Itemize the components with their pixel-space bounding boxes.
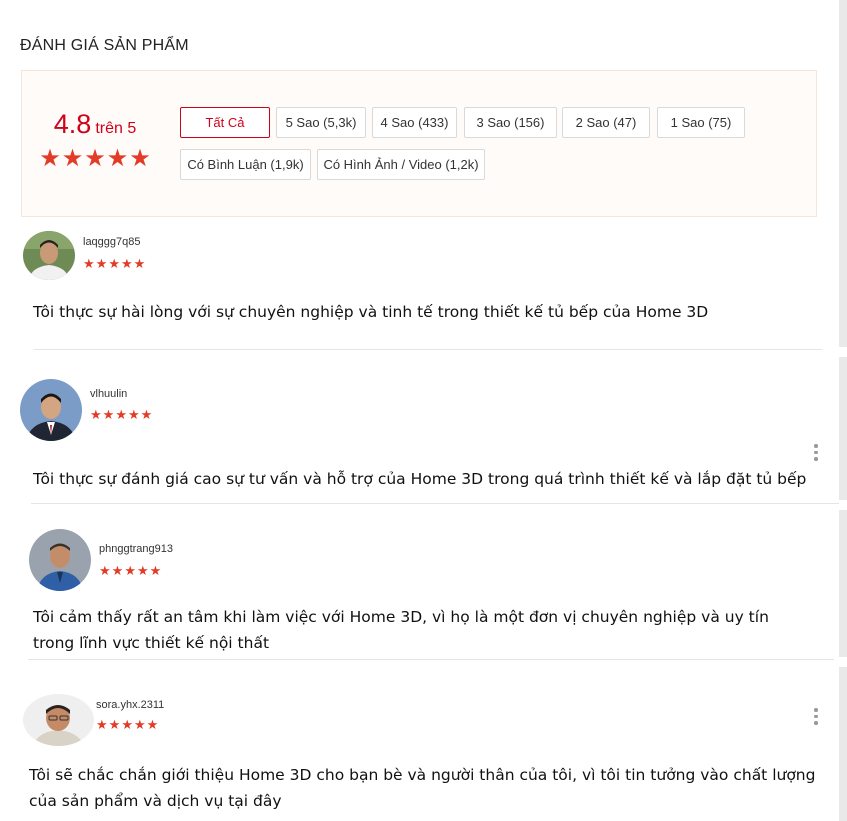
filter-4-star-button[interactable]: 4 Sao (433) — [372, 107, 457, 138]
review-divider — [31, 503, 839, 504]
avatar[interactable] — [29, 529, 91, 591]
reviewer-username: sora.yhx.2311 — [96, 699, 165, 711]
review-comment: Tôi cảm thấy rất an tâm khi làm việc với… — [33, 608, 769, 652]
filter-1-star-button[interactable]: 1 Sao (75) — [657, 107, 745, 138]
review-comment: Tôi sẽ chắc chắn giới thiệu Home 3D cho … — [29, 766, 816, 810]
star-icon: ★ — [84, 145, 106, 172]
rating-score-line: 4.8 trên 5 — [50, 109, 140, 140]
star-icon: ★ — [96, 717, 108, 732]
star-icon: ★ — [106, 145, 129, 172]
star-icon: ★ — [111, 563, 124, 578]
reviewer-username: laqggg7q85 — [83, 236, 141, 248]
star-icon: ★ — [133, 717, 146, 732]
page-scrollbar[interactable] — [839, 0, 847, 821]
star-icon: ★ — [121, 717, 133, 732]
star-icon: ★ — [108, 256, 120, 271]
filter-with-media-button[interactable]: Có Hình Ảnh / Video (1,2k) — [317, 149, 485, 180]
star-icon: ★ — [115, 407, 127, 422]
filter-3-star-button[interactable]: 3 Sao (156) — [464, 107, 557, 138]
scrollbar-gap — [839, 657, 847, 667]
review-comment: Tôi thực sự đánh giá cao sự tư vấn và hỗ… — [33, 470, 807, 488]
more-vertical-icon[interactable] — [813, 708, 819, 725]
review-stars: ★ ★ ★ ★ ★ — [96, 718, 158, 731]
filter-5-star-button[interactable]: 5 Sao (5,3k) — [276, 107, 366, 138]
star-icon: ★ — [149, 563, 162, 578]
star-icon: ★ — [95, 256, 108, 271]
star-icon: ★ — [146, 717, 159, 732]
scrollbar-gap — [839, 347, 847, 357]
star-icon: ★ — [99, 563, 111, 578]
star-icon: ★ — [108, 717, 121, 732]
avatar[interactable] — [23, 694, 94, 746]
star-icon: ★ — [61, 145, 84, 172]
star-icon: ★ — [120, 256, 133, 271]
review-comment: Tôi thực sự hài lòng với sự chuyên nghiệ… — [33, 303, 709, 321]
filter-all-button[interactable]: Tất Cả — [180, 107, 270, 138]
reviewer-username: phnggtrang913 — [99, 543, 174, 555]
star-icon: ★ — [39, 145, 61, 172]
star-icon: ★ — [129, 145, 151, 172]
star-icon: ★ — [140, 407, 153, 422]
star-icon: ★ — [102, 407, 115, 422]
star-icon: ★ — [124, 563, 136, 578]
avatar[interactable] — [23, 231, 75, 280]
filter-with-comment-button[interactable]: Có Bình Luận (1,9k) — [180, 149, 311, 180]
rating-summary-panel: 4.8 trên 5 ★ ★ ★ ★ ★ Tất Cả 5 Sao (5,3k) … — [21, 70, 817, 217]
section-title: ĐÁNH GIÁ SẢN PHẨM — [20, 37, 189, 54]
reviewer-username: vlhuulin — [90, 388, 128, 400]
filter-2-star-button[interactable]: 2 Sao (47) — [562, 107, 650, 138]
rating-score-suffix: trên 5 — [95, 120, 137, 137]
rating-score-block: 4.8 trên 5 ★ ★ ★ ★ ★ — [39, 109, 151, 172]
star-icon: ★ — [133, 256, 146, 271]
star-icon: ★ — [83, 256, 95, 271]
review-divider — [34, 349, 822, 350]
more-vertical-icon[interactable] — [813, 444, 819, 461]
star-icon: ★ — [90, 407, 102, 422]
review-stars: ★ ★ ★ ★ ★ — [83, 257, 145, 270]
avatar[interactable] — [20, 379, 82, 441]
review-stars: ★ ★ ★ ★ ★ — [90, 408, 152, 421]
scrollbar-gap — [839, 500, 847, 510]
review-divider — [28, 659, 834, 660]
star-icon: ★ — [127, 407, 140, 422]
review-stars: ★ ★ ★ ★ ★ — [99, 564, 161, 577]
summary-stars: ★ ★ ★ ★ ★ — [39, 145, 151, 172]
rating-score: 4.8 — [53, 109, 92, 139]
star-icon: ★ — [136, 563, 149, 578]
